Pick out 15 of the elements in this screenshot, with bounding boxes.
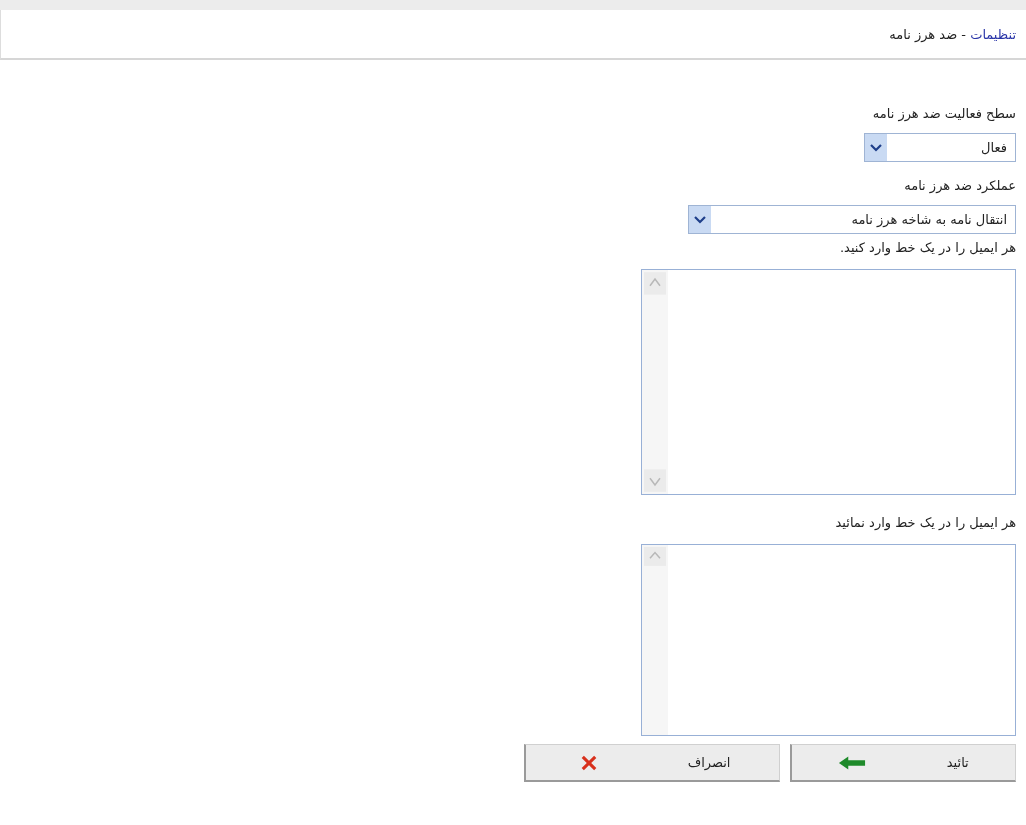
field-label: سطح فعالیت ضد هرز نامه bbox=[872, 106, 1016, 121]
email-list-field[interactable] bbox=[641, 544, 1016, 736]
chevron-down-icon bbox=[865, 134, 887, 161]
settings-link[interactable]: تنظیمات bbox=[970, 26, 1016, 42]
email-list-field[interactable] bbox=[641, 269, 1016, 495]
cancel-button[interactable]: انصراف bbox=[524, 744, 780, 782]
field-label: هر ایمیل را در یک خط وارد نمائید bbox=[835, 515, 1016, 530]
page-title: تنظیمات - ضد هرز نامه bbox=[889, 26, 1016, 42]
confirm-button[interactable]: تائید bbox=[790, 744, 1016, 782]
chevron-down-icon bbox=[689, 206, 711, 233]
arrow-left-icon bbox=[838, 754, 867, 771]
field-label: عملکرد ضد هرز نامه bbox=[904, 178, 1016, 193]
dropdown[interactable]: انتقال نامه به شاخه هرز نامه bbox=[688, 205, 1016, 234]
field-label: هر ایمیل را در یک خط وارد کنید. bbox=[840, 240, 1016, 255]
dropdown[interactable]: فعال bbox=[864, 133, 1016, 162]
